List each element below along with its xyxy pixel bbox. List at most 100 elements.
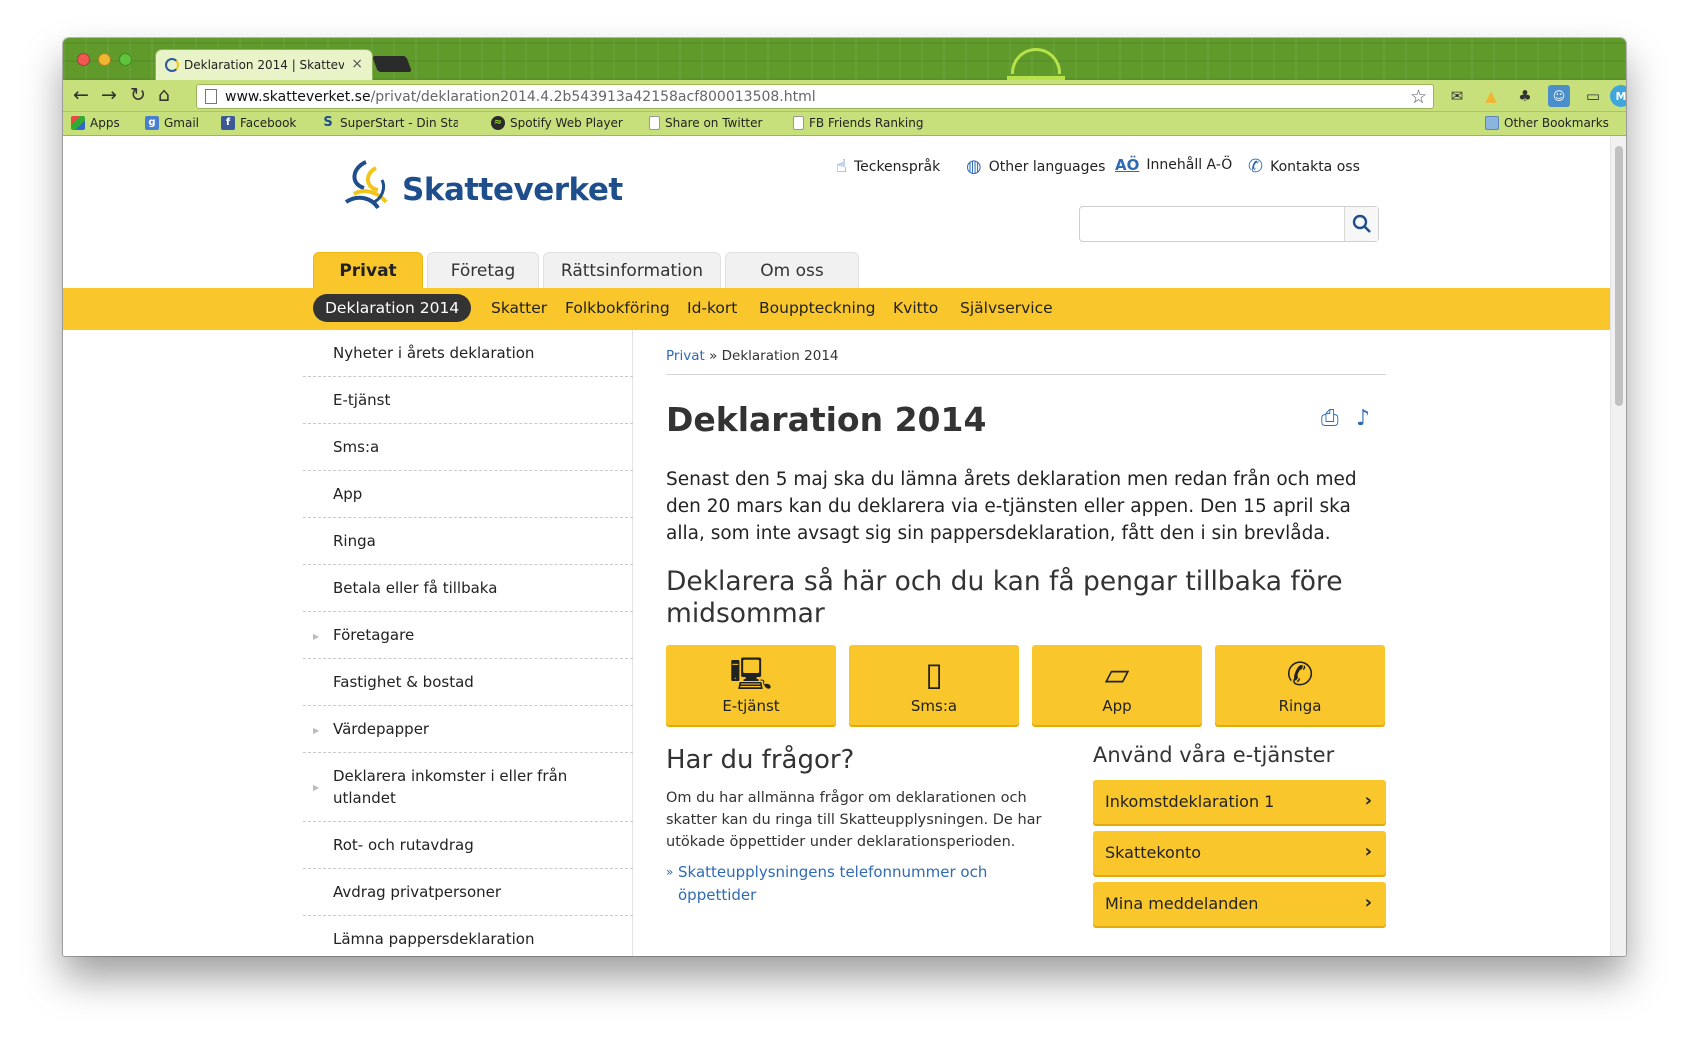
gmail-icon: g: [145, 116, 159, 130]
forward-arrow-icon[interactable]: →: [101, 85, 117, 105]
m-extension-icon[interactable]: M: [1610, 85, 1626, 107]
address-bar[interactable]: www.skatteverket.se/privat/deklaration20…: [196, 84, 1434, 109]
bookmark-label: Facebook: [240, 116, 297, 130]
url-text: www.skatteverket.se/privat/deklaration20…: [225, 89, 816, 105]
tab-privat[interactable]: Privat: [313, 252, 423, 288]
questions-link-label: Skatteupplysningens telefonnummer och öp…: [678, 863, 988, 904]
browser-tab[interactable]: Deklaration 2014 | Skatteverket ×: [155, 49, 373, 80]
questions-text: Om du har allmänna frågor om deklaration…: [666, 790, 1042, 850]
minimize-window-button[interactable]: [98, 53, 111, 66]
eservice-label: Inkomstdeklaration 1: [1105, 792, 1275, 811]
channel-button-smsa[interactable]: ▯ Sms:a: [849, 645, 1019, 725]
tab-rattsinformation[interactable]: Rättsinformation: [543, 252, 721, 288]
stage: Deklaration 2014 | Skatteverket × ← → ↻ …: [0, 0, 1688, 1043]
sidebar-item-label: Värdepapper: [333, 720, 430, 738]
skatteverket-swirl-icon: [344, 160, 388, 210]
bookmark-spotify[interactable]: ≈ Spotify Web Player: [491, 116, 623, 130]
expand-arrow-icon: ▶: [313, 632, 320, 641]
bookmark-star-icon[interactable]: ☆: [1410, 86, 1427, 108]
new-tab-button[interactable]: [372, 56, 412, 72]
subnav-kvitto[interactable]: Kvitto: [893, 299, 938, 317]
chevron-right-icon: ›: [1364, 790, 1372, 811]
questions-link[interactable]: » Skatteupplysningens telefonnummer och ö…: [666, 861, 996, 907]
bookmark-gmail[interactable]: g Gmail: [145, 116, 199, 130]
listen-ear-icon[interactable]: ♪: [1356, 406, 1370, 431]
cast-extension-icon[interactable]: ▭: [1582, 85, 1604, 107]
util-link-label: Other languages: [988, 158, 1106, 175]
subnav-sjalvservice[interactable]: Självservice: [960, 299, 1053, 317]
util-link-innehall[interactable]: AÖ Innehåll A-Ö: [1115, 156, 1232, 174]
sidebar-item-label: Deklarera inkomster i eller från utlande…: [333, 767, 568, 807]
sidebar-item-nyheter[interactable]: Nyheter i årets deklaration: [303, 330, 633, 377]
avatar-extension-icon[interactable]: ☺: [1548, 85, 1570, 107]
tab-om-oss[interactable]: Om oss: [725, 252, 859, 288]
close-tab-icon[interactable]: ×: [351, 56, 363, 72]
scrollbar-thumb[interactable]: [1615, 146, 1623, 406]
sidebar-item-etjanst[interactable]: E-tjänst: [303, 377, 633, 424]
browser-window: Deklaration 2014 | Skatteverket × ← → ↻ …: [63, 38, 1626, 956]
page-scrollbar[interactable]: [1610, 136, 1626, 956]
channel-button-ringa[interactable]: ✆ Ringa: [1215, 645, 1385, 725]
reload-icon[interactable]: ↻: [130, 85, 146, 105]
bookmark-apps[interactable]: Apps: [71, 116, 120, 130]
logo-text: Skatteverket: [402, 172, 623, 208]
drive-extension-icon[interactable]: ▲: [1480, 85, 1502, 107]
search-input[interactable]: [1086, 213, 1336, 235]
sidebar-item-betala[interactable]: Betala eller få tillbaka: [303, 565, 633, 612]
mail-extension-icon[interactable]: ✉: [1446, 85, 1468, 107]
sidebar-item-rot-rut[interactable]: Rot- och rutavdrag: [303, 822, 633, 869]
page-title: Deklaration 2014: [666, 400, 987, 439]
print-icon[interactable]: ⎙: [1321, 406, 1339, 431]
sidebar-item-pappersdeklaration[interactable]: Lämna pappersdeklaration: [303, 916, 633, 956]
breadcrumb: Privat » Deklaration 2014: [666, 348, 1386, 375]
channel-button-etjanst[interactable]: 🖳 E-tjänst: [666, 645, 836, 725]
subnav-deklaration[interactable]: Deklaration 2014: [313, 294, 472, 322]
sidebar-item-label: Betala eller få tillbaka: [333, 579, 498, 597]
sidebar-item-label: Avdrag privatpersoner: [333, 883, 502, 901]
home-icon[interactable]: ⌂: [158, 85, 170, 105]
sidebar-item-fastighet[interactable]: Fastighet & bostad: [303, 659, 633, 706]
eservice-button-inkomstdeklaration[interactable]: Inkomstdeklaration 1 ›: [1093, 780, 1386, 824]
skatteverket-logo[interactable]: Skatteverket: [338, 158, 623, 218]
sidebar-item-label: Rot- och rutavdrag: [333, 836, 474, 854]
breadcrumb-link-privat[interactable]: Privat: [666, 348, 705, 364]
subnav-skatter[interactable]: Skatter: [491, 299, 547, 317]
sidebar-item-foretagare[interactable]: ▶ Företagare: [303, 612, 633, 659]
channel-button-app[interactable]: ▱ App: [1032, 645, 1202, 725]
bookmark-share-twitter[interactable]: Share on Twitter: [649, 116, 762, 130]
breadcrumb-current: Deklaration 2014: [721, 348, 839, 364]
util-link-other-languages[interactable]: ◍ Other languages: [966, 156, 1105, 177]
zoom-window-button[interactable]: [119, 53, 132, 66]
tab-foretag[interactable]: Företag: [427, 252, 539, 288]
util-link-label: Teckenspråk: [853, 158, 941, 175]
close-window-button[interactable]: [77, 53, 90, 66]
sidebar-item-app[interactable]: App: [303, 471, 633, 518]
subnav-id-kort[interactable]: Id-kort: [687, 299, 737, 317]
spotify-icon: ≈: [491, 116, 505, 130]
site-search: [1079, 206, 1379, 242]
subnav-folkbokforing[interactable]: Folkbokföring: [565, 299, 670, 317]
bookmark-superstart[interactable]: S SuperStart - Din Sta: [321, 116, 458, 131]
other-bookmarks[interactable]: Other Bookmarks: [1485, 116, 1609, 130]
util-link-kontakta[interactable]: ✆ Kontakta oss: [1248, 156, 1360, 177]
title-bar: Deklaration 2014 | Skatteverket ×: [63, 38, 1626, 80]
util-link-teckensprak[interactable]: ☝ Teckenspråk: [836, 156, 940, 177]
bookmark-label: SuperStart - Din Sta: [340, 116, 458, 130]
sidebar-item-avdrag[interactable]: Avdrag privatpersoner: [303, 869, 633, 916]
page-icon: [793, 116, 804, 130]
sidebar-item-utlandet[interactable]: ▶ Deklarera inkomster i eller från utland…: [303, 753, 633, 822]
sidebar-nav: Nyheter i årets deklaration E-tjänst Sms…: [303, 330, 633, 956]
acrobat-extension-icon[interactable]: ♣: [1514, 85, 1536, 107]
eservice-button-mina-meddelanden[interactable]: Mina meddelanden ›: [1093, 882, 1386, 926]
bookmark-fb-friends[interactable]: FB Friends Ranking: [793, 116, 923, 130]
subnav-bouppteckning[interactable]: Bouppteckning: [759, 299, 876, 317]
search-button[interactable]: [1344, 207, 1378, 241]
bookmark-label: Other Bookmarks: [1504, 116, 1609, 130]
sidebar-item-smsa[interactable]: Sms:a: [303, 424, 633, 471]
back-arrow-icon[interactable]: ←: [73, 85, 89, 105]
eservice-button-skattekonto[interactable]: Skattekonto ›: [1093, 831, 1386, 875]
bookmark-facebook[interactable]: f Facebook: [221, 116, 296, 130]
sidebar-item-label: Ringa: [333, 532, 376, 550]
sidebar-item-vardepapper[interactable]: ▶ Värdepapper: [303, 706, 633, 753]
sidebar-item-ringa[interactable]: Ringa: [303, 518, 633, 565]
